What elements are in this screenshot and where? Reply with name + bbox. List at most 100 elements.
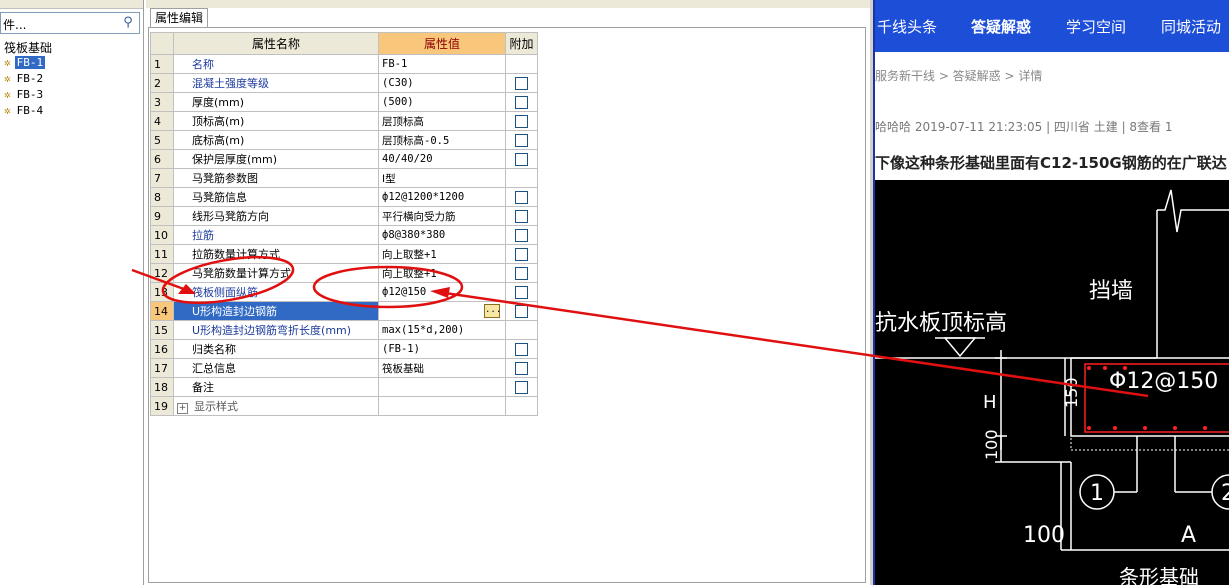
property-name-cell[interactable]: 备注	[173, 377, 379, 397]
tree-root-label[interactable]: 筏板基础	[4, 39, 52, 56]
attach-checkbox[interactable]	[515, 190, 528, 204]
attach-checkbox[interactable]	[515, 95, 528, 109]
property-name-cell[interactable]: 底标高(m)	[173, 130, 379, 150]
property-value-cell[interactable]: 层顶标高	[378, 111, 506, 131]
column-header-name[interactable]: 属性名称	[173, 32, 379, 55]
attach-checkbox[interactable]	[515, 133, 528, 147]
table-row[interactable]: 2 混凝土强度等级 (C30)	[150, 73, 538, 93]
nav-item-headlines[interactable]: 千线头条	[877, 16, 937, 37]
column-header-value[interactable]: 属性值	[378, 32, 506, 55]
table-row[interactable]: 1 名称 FB-1	[150, 54, 538, 74]
table-row[interactable]: 6 保护层厚度(mm) 40/40/20	[150, 149, 538, 169]
property-value-cell[interactable]: Ⅰ型	[378, 168, 506, 188]
table-row[interactable]: 16 归类名称 (FB-1)	[150, 339, 538, 359]
attach-checkbox[interactable]	[515, 76, 528, 90]
property-name-cell[interactable]: 线形马凳筋方向	[173, 206, 379, 226]
attach-checkbox[interactable]	[515, 266, 528, 280]
property-name-cell[interactable]: 保护层厚度(mm)	[173, 149, 379, 169]
property-value-text[interactable]: Ⅰ型	[382, 173, 396, 185]
property-name-cell[interactable]: 顶标高(m)	[173, 111, 379, 131]
property-value-cell[interactable]: 向上取整+1	[378, 263, 506, 283]
tree-item-fb-2[interactable]: ✲ FB-2	[4, 72, 45, 87]
search-input[interactable]: 件... ⚲	[0, 12, 140, 34]
property-value-cell[interactable]: 筏板基础	[378, 358, 506, 378]
tab-property-edit[interactable]: 属性编辑	[150, 8, 209, 27]
table-row[interactable]: 13 筏板侧面纵筋 ф12@150	[150, 282, 538, 302]
property-value-text[interactable]: ф12@150	[382, 286, 426, 298]
attach-checkbox[interactable]	[515, 152, 528, 166]
table-row[interactable]: 9 线形马凳筋方向 平行横向受力筋	[150, 206, 538, 226]
table-row[interactable]: 18 备注	[150, 377, 538, 397]
property-name-cell[interactable]: U形构造封边钢筋弯折长度(mm)	[173, 320, 379, 340]
table-row[interactable]: 14 U形构造封边钢筋...	[150, 301, 538, 321]
property-name-cell[interactable]: 马凳筋参数图	[173, 168, 379, 188]
property-name-cell[interactable]: U形构造封边钢筋	[173, 301, 379, 321]
tree-item-label[interactable]: FB-1	[14, 56, 46, 69]
property-name-cell[interactable]: 归类名称	[173, 339, 379, 359]
attach-checkbox[interactable]	[515, 247, 528, 261]
table-row[interactable]: 15 U形构造封边钢筋弯折长度(mm) max(15*d,200)	[150, 320, 538, 340]
column-header-extra[interactable]: 附加	[505, 32, 538, 55]
property-value-cell[interactable]: (500)	[378, 92, 506, 112]
nav-item-learning[interactable]: 学习空间	[1066, 16, 1126, 37]
breadcrumb[interactable]: 服务新干线 > 答疑解惑 > 详情	[875, 67, 1042, 84]
tree-item-label[interactable]: FB-4	[15, 104, 46, 117]
table-row[interactable]: 11 拉筋数量计算方式 向上取整+1	[150, 244, 538, 264]
property-value-text[interactable]: 向上取整+1	[382, 249, 437, 261]
table-row[interactable]: 3 厚度(mm) (500)	[150, 92, 538, 112]
property-value-text[interactable]: 层顶标高	[382, 116, 424, 128]
property-value-text[interactable]: 40/40/20	[382, 153, 433, 165]
property-value-cell[interactable]: ...	[378, 301, 506, 321]
property-value-text[interactable]: max(15*d,200)	[382, 324, 464, 336]
nav-item-qa[interactable]: 答疑解惑	[971, 16, 1031, 37]
property-name-cell[interactable]: 厚度(mm)	[173, 92, 379, 112]
property-value-cell[interactable]: 向上取整+1	[378, 244, 506, 264]
property-name-cell[interactable]: + 显示样式	[173, 396, 379, 416]
attach-checkbox[interactable]	[515, 304, 528, 318]
tree-item-fb-1[interactable]: ✲ FB-1	[4, 56, 46, 71]
table-row[interactable]: 17 汇总信息 筏板基础	[150, 358, 538, 378]
property-value-text[interactable]: 向上取整+1	[382, 268, 437, 280]
table-row[interactable]: 4 顶标高(m) 层顶标高	[150, 111, 538, 131]
table-row[interactable]: 7 马凳筋参数图 Ⅰ型	[150, 168, 538, 188]
property-value-text[interactable]: FB-1	[382, 58, 407, 70]
search-input-value[interactable]: 件...	[3, 16, 26, 33]
attach-checkbox[interactable]	[515, 361, 528, 375]
property-value-text[interactable]: ф12@1200*1200	[382, 191, 464, 203]
expand-plus-icon[interactable]: +	[177, 403, 188, 414]
property-value-cell[interactable]: max(15*d,200)	[378, 320, 506, 340]
property-value-text[interactable]: (500)	[382, 96, 414, 108]
tree-item-fb-3[interactable]: ✲ FB-3	[4, 88, 45, 103]
property-value-text[interactable]: 平行横向受力筋	[382, 211, 456, 223]
search-icon[interactable]: ⚲	[119, 15, 137, 31]
attach-checkbox[interactable]	[515, 209, 528, 223]
table-row[interactable]: 19 + 显示样式	[150, 396, 538, 416]
property-name-cell[interactable]: 筏板侧面纵筋	[173, 282, 379, 302]
property-value-cell[interactable]: (FB-1)	[378, 339, 506, 359]
property-value-cell[interactable]: FB-1	[378, 54, 506, 74]
property-value-text[interactable]: (C30)	[382, 77, 414, 89]
property-value-text[interactable]: ф8@380*380	[382, 229, 445, 241]
property-value-cell[interactable]	[378, 396, 506, 416]
table-row[interactable]: 8 马凳筋信息 ф12@1200*1200	[150, 187, 538, 207]
property-name-cell[interactable]: 名称	[173, 54, 379, 74]
ellipsis-button[interactable]: ...	[484, 304, 501, 318]
tree-item-label[interactable]: FB-2	[15, 72, 46, 85]
property-value-cell[interactable]: 平行横向受力筋	[378, 206, 506, 226]
property-value-cell[interactable]	[378, 377, 506, 397]
attach-checkbox[interactable]	[515, 285, 528, 299]
attach-checkbox[interactable]	[515, 114, 528, 128]
attach-checkbox[interactable]	[515, 342, 528, 356]
property-name-cell[interactable]: 拉筋	[173, 225, 379, 245]
property-name-cell[interactable]: 拉筋数量计算方式	[173, 244, 379, 264]
property-value-cell[interactable]: 层顶标高-0.5	[378, 130, 506, 150]
property-name-cell[interactable]: 马凳筋信息	[173, 187, 379, 207]
tree-item-label[interactable]: FB-3	[15, 88, 46, 101]
table-row[interactable]: 5 底标高(m) 层顶标高-0.5	[150, 130, 538, 150]
property-value-text[interactable]: (FB-1)	[382, 343, 420, 355]
attach-checkbox[interactable]	[515, 228, 528, 242]
property-name-cell[interactable]: 汇总信息	[173, 358, 379, 378]
tree-item-fb-4[interactable]: ✲ FB-4	[4, 104, 45, 119]
property-name-cell[interactable]: 混凝土强度等级	[173, 73, 379, 93]
property-value-cell[interactable]: ф8@380*380	[378, 225, 506, 245]
